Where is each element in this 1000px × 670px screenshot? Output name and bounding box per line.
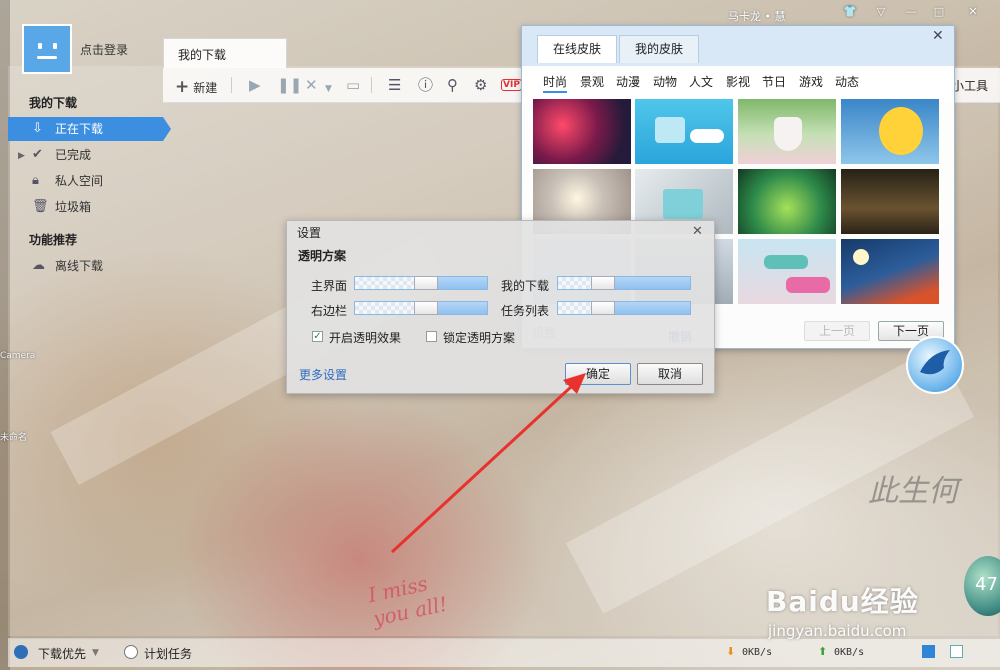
arrow-shaft	[390, 384, 574, 554]
globe-value: 47	[975, 574, 998, 595]
watermark-url: jingyan.baidu.com	[768, 622, 907, 640]
watermark-logo: Baidu经验	[766, 585, 919, 618]
baidu-watermark: Baidu经验 jingyan.baidu.com	[766, 580, 919, 640]
annotation-arrow	[390, 373, 586, 554]
bird-glyph	[920, 350, 950, 375]
bird-float-icon[interactable]	[906, 336, 964, 394]
